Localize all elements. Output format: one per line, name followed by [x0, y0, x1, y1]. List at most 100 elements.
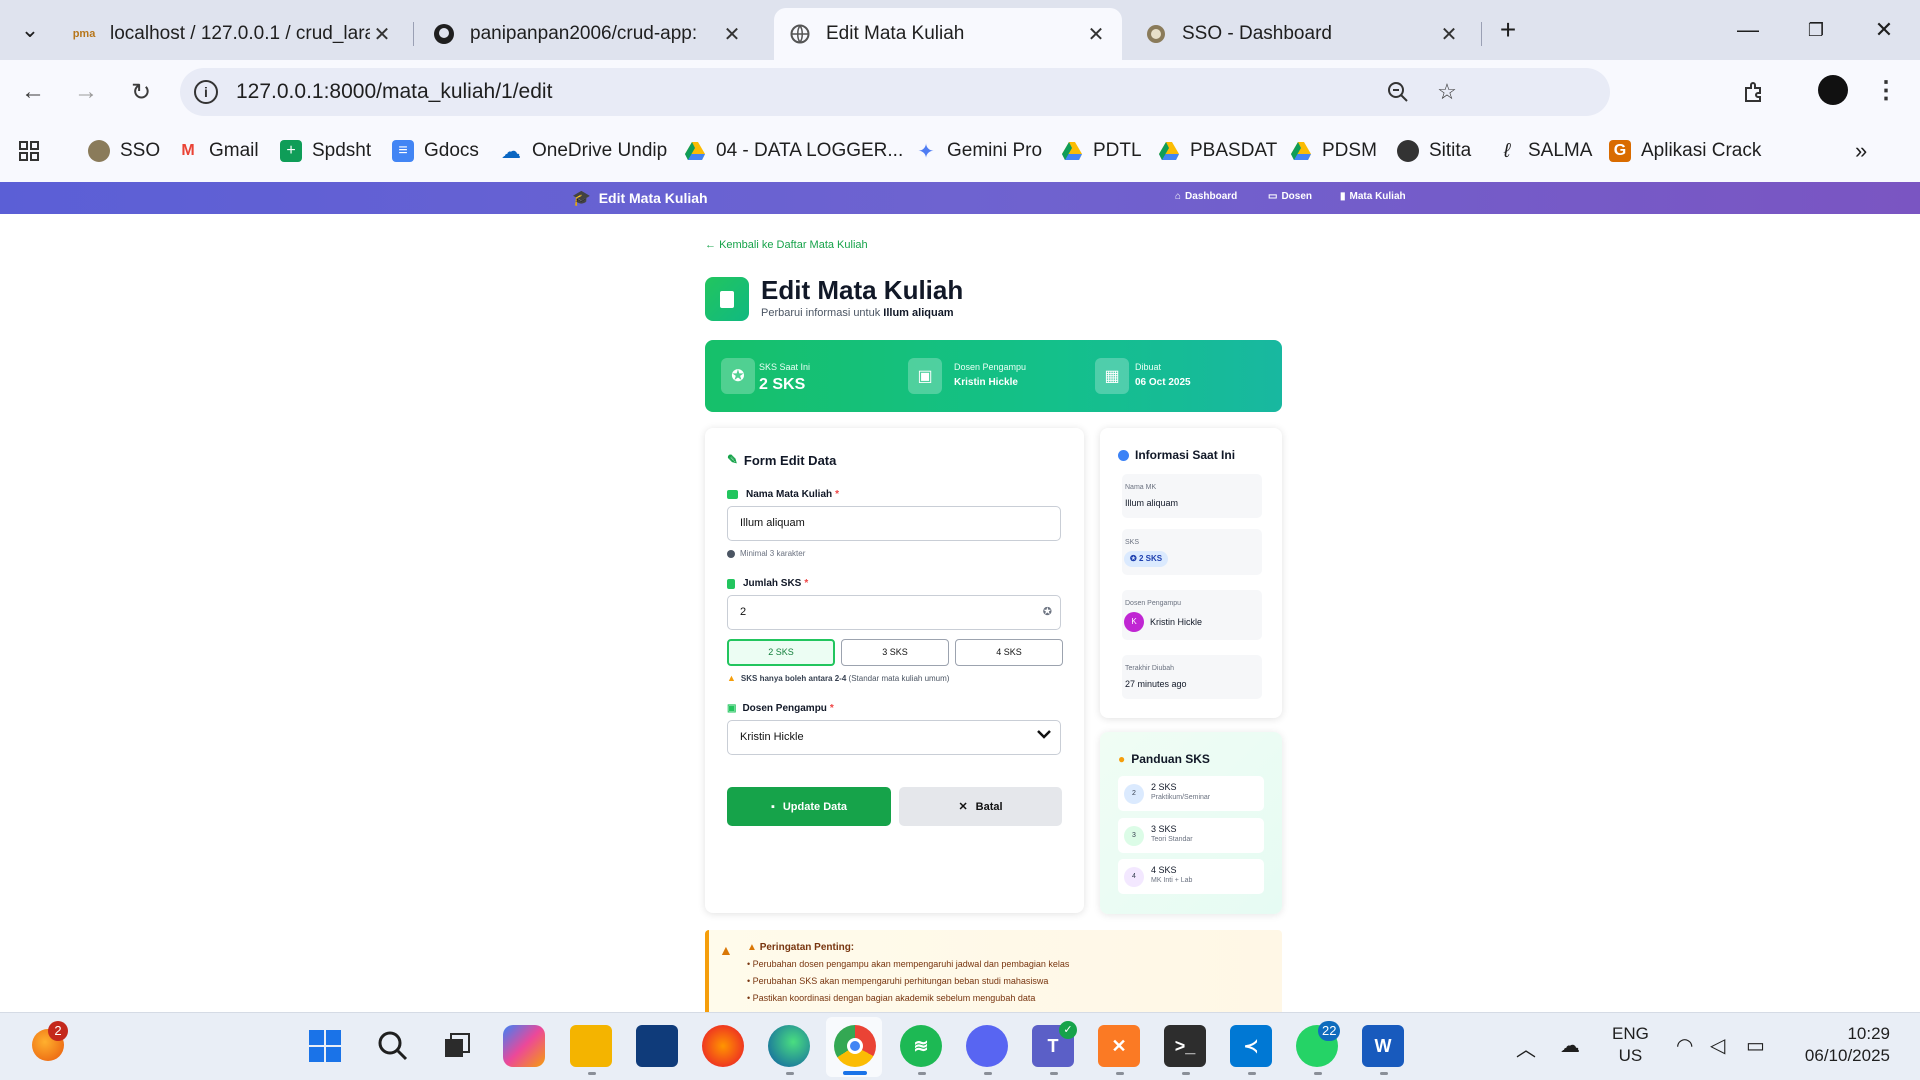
bookmark-pdsm[interactable]: PDSM	[1290, 136, 1377, 166]
bookmark-pdtl[interactable]: PDTL	[1061, 136, 1142, 166]
firefox-icon[interactable]	[702, 1025, 744, 1067]
dosen-select-value: Kristin Hickle	[740, 731, 804, 743]
language-indicator[interactable]: ENG US	[1612, 1023, 1649, 1067]
sks-option-4[interactable]: 4 SKS	[955, 639, 1063, 666]
info-dosen-box: Dosen Pengampu K Kristin Hickle	[1122, 590, 1262, 640]
new-tab-button[interactable]: +	[1488, 10, 1528, 50]
back-to-list-link[interactable]: ← Kembali ke Daftar Mata Kuliah	[705, 239, 868, 251]
stat-label: SKS Saat Ini	[759, 362, 811, 372]
label-text: Jumlah SKS	[743, 578, 802, 589]
clock[interactable]: 10:29 06/10/2025	[1795, 1023, 1890, 1067]
url-text[interactable]: 127.0.0.1:8000/mata_kuliah/1/edit	[236, 80, 552, 104]
tab-label: SSO - Dashboard	[1182, 23, 1332, 44]
tab-phpmyadmin[interactable]: pma localhost / 127.0.0.1 / crud_lara ✕	[58, 8, 408, 60]
chrome-icon[interactable]	[834, 1025, 876, 1067]
sks-option-2[interactable]: 2 SKS	[727, 639, 835, 666]
guide-title: ● Panduan SKS	[1118, 752, 1210, 766]
word-icon[interactable]: W	[1362, 1025, 1404, 1067]
check-icon: ✓	[1059, 1021, 1077, 1039]
jumlah-sks-input[interactable]: 2 ✪	[727, 595, 1061, 630]
cloud-icon[interactable]: ☁	[1560, 1033, 1580, 1058]
reload-icon[interactable]: ↻	[123, 74, 159, 110]
site-info-icon[interactable]: i	[194, 80, 218, 104]
nav-dashboard[interactable]: ⌂ Dashboard	[1175, 191, 1237, 202]
menu-kebab-icon[interactable]: ⋮	[1872, 76, 1900, 104]
sks-option-3[interactable]: 3 SKS	[841, 639, 949, 666]
bookmark-aplikasi-crack[interactable]: G Aplikasi Crack	[1609, 136, 1761, 166]
bookmark-sitita[interactable]: Sitita	[1397, 136, 1471, 166]
discord-icon[interactable]	[966, 1025, 1008, 1067]
bookmark-sso[interactable]: SSO	[88, 136, 160, 166]
info-title: Informasi Saat Ini	[1118, 448, 1235, 462]
bookmark-label: Gmail	[209, 140, 259, 161]
close-window-button[interactable]: ✕	[1864, 10, 1904, 50]
task-view-icon[interactable]	[436, 1025, 478, 1067]
close-icon[interactable]: ✕	[1437, 22, 1461, 47]
bookmark-star-icon[interactable]: ☆	[1433, 78, 1461, 106]
bookmark-salma[interactable]: ℓ SALMA	[1496, 136, 1593, 166]
address-bar[interactable]: i 127.0.0.1:8000/mata_kuliah/1/edit ☆	[180, 68, 1610, 116]
edge-icon[interactable]	[768, 1025, 810, 1067]
extensions-icon[interactable]	[1740, 78, 1768, 106]
microsoft-store-icon[interactable]	[636, 1025, 678, 1067]
more-bookmarks-icon[interactable]: »	[1855, 136, 1867, 166]
tab-sso-dashboard[interactable]: SSO - Dashboard ✕	[1130, 8, 1475, 60]
search-icon[interactable]	[372, 1025, 414, 1067]
chevron-up-icon[interactable]: ︿	[1516, 1033, 1536, 1062]
cancel-button[interactable]: ✕ Batal	[899, 787, 1062, 826]
close-icon[interactable]: ✕	[370, 22, 394, 47]
calculator-icon	[727, 578, 735, 589]
sheets-icon: +	[280, 140, 302, 162]
guide-item-sub: Teori Standar	[1151, 836, 1193, 843]
salma-icon: ℓ	[1503, 139, 1511, 162]
restore-button[interactable]: ❐	[1796, 10, 1836, 50]
start-icon[interactable]	[304, 1025, 346, 1067]
back-link-label: Kembali ke Daftar Mata Kuliah	[719, 239, 868, 251]
bookmark-onedrive[interactable]: ☁ OneDrive Undip	[500, 136, 667, 166]
nav-dosen[interactable]: ▭ Dosen	[1268, 191, 1312, 202]
terminal-icon[interactable]: >_	[1164, 1025, 1206, 1067]
nama-mata-kuliah-input[interactable]: Illum aliquam	[727, 506, 1061, 541]
update-button[interactable]: ▪ Update Data	[727, 787, 891, 826]
nama-label: Nama Mata Kuliah *	[727, 489, 839, 500]
tab-strip: ⌄ pma localhost / 127.0.0.1 / crud_lara …	[0, 0, 1920, 60]
navbar-brand[interactable]: 🎓 Edit Mata Kuliah	[572, 189, 708, 207]
guide-item-title: 3 SKS	[1151, 824, 1177, 834]
tab-edit-mata-kuliah[interactable]: Edit Mata Kuliah ✕	[774, 8, 1122, 60]
info-label: Terakhir Diubah	[1125, 665, 1175, 672]
tab-search-button[interactable]: ⌄	[10, 10, 50, 50]
xampp-icon[interactable]: ✕	[1098, 1025, 1140, 1067]
minimize-button[interactable]: —	[1728, 10, 1768, 50]
volume-icon[interactable]: ◁	[1710, 1033, 1725, 1058]
close-icon[interactable]: ✕	[720, 22, 744, 47]
dosen-label: ▣ Dosen Pengampu *	[727, 703, 834, 714]
vscode-icon[interactable]: ≺	[1230, 1025, 1272, 1067]
running-indicator	[984, 1072, 992, 1075]
close-icon[interactable]: ✕	[1084, 22, 1108, 47]
spotify-icon[interactable]: ≋	[900, 1025, 942, 1067]
wifi-icon[interactable]: ◠	[1676, 1033, 1693, 1058]
bookmark-spdsht[interactable]: + Spdsht	[280, 136, 371, 166]
dosen-pengampu-select[interactable]: Kristin Hickle	[727, 720, 1061, 755]
apps-grid-icon[interactable]	[18, 136, 40, 166]
bookmark-label: SALMA	[1528, 140, 1593, 161]
tab-github[interactable]: panipanpan2006/crud-app: ✕	[418, 8, 758, 60]
profile-avatar[interactable]	[1818, 75, 1848, 105]
nav-mata-kuliah[interactable]: ▮ Mata Kuliah	[1340, 191, 1406, 202]
bookmark-gdocs[interactable]: ≡ Gdocs	[392, 136, 479, 166]
bookmark-gemini[interactable]: ✦ Gemini Pro	[915, 136, 1042, 166]
info-title-label: Informasi Saat Ini	[1135, 448, 1236, 462]
bookmark-gmail[interactable]: M Gmail	[177, 136, 259, 166]
chalkboard-icon: ▭	[1268, 191, 1278, 202]
guide-item-title: 2 SKS	[1151, 782, 1177, 792]
bookmark-pbasdat[interactable]: PBASDAT	[1158, 136, 1277, 166]
warning-item: • Pastikan koordinasi dengan bagian akad…	[747, 993, 1036, 1003]
warning-title-label: Peringatan Penting:	[759, 942, 855, 953]
bookmark-data-logger[interactable]: 04 - DATA LOGGER...	[684, 136, 903, 166]
forward-arrow-icon[interactable]: →	[68, 74, 104, 110]
copilot-icon[interactable]	[503, 1025, 545, 1067]
file-explorer-icon[interactable]	[570, 1025, 612, 1067]
zoom-icon[interactable]	[1384, 78, 1412, 106]
back-arrow-icon[interactable]: ←	[15, 74, 51, 110]
battery-icon[interactable]: ▭	[1746, 1033, 1765, 1058]
